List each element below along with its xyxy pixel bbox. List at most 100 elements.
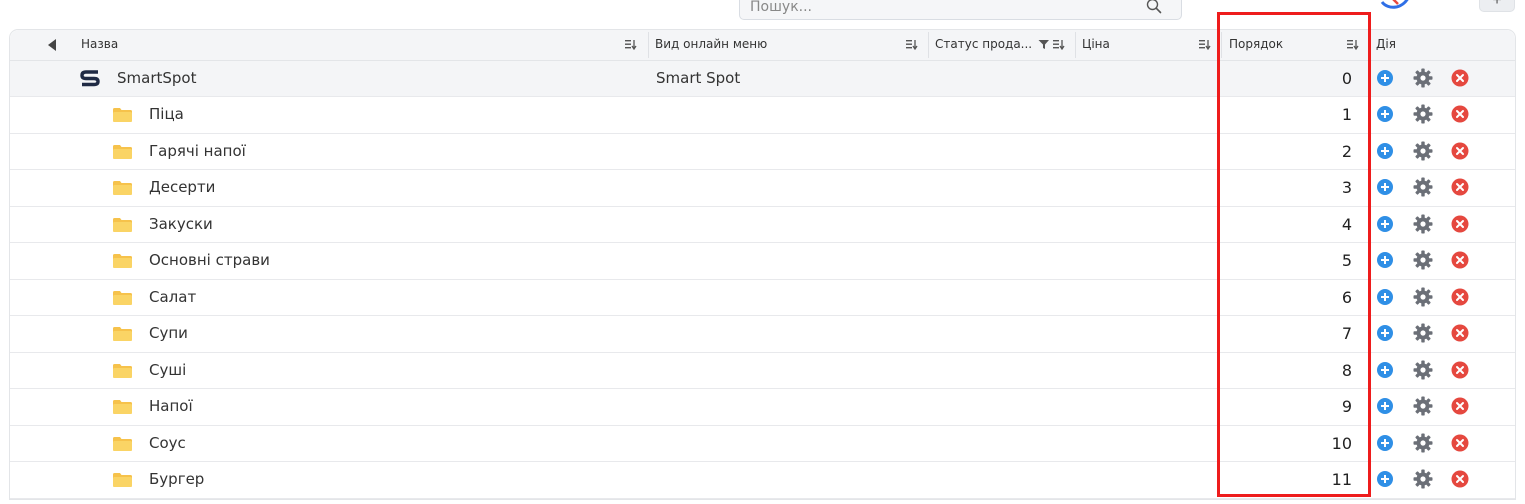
gear-icon[interactable] <box>1412 322 1434 344</box>
row-order[interactable]: 9 <box>1222 389 1352 425</box>
table-row[interactable]: Салат 6 <box>10 280 1515 316</box>
gear-icon[interactable] <box>1412 286 1434 308</box>
delete-icon[interactable] <box>1451 215 1469 233</box>
folder-icon <box>113 254 132 268</box>
row-name: Супи <box>149 324 188 342</box>
delete-icon[interactable] <box>1451 105 1469 123</box>
search-icon[interactable] <box>1145 0 1163 15</box>
row-order[interactable]: 0 <box>1222 61 1352 97</box>
table-row[interactable]: Бургер 11 <box>10 462 1515 499</box>
row-order[interactable]: 7 <box>1222 316 1352 352</box>
column-header-label: Статус прода... <box>935 37 1033 51</box>
delete-icon[interactable] <box>1451 434 1469 452</box>
gear-icon[interactable] <box>1412 468 1434 490</box>
folder-icon <box>113 181 132 195</box>
brand-logo-icon <box>1380 0 1409 9</box>
column-header-order[interactable]: Порядок <box>1224 30 1367 60</box>
add-icon[interactable] <box>1376 288 1394 306</box>
column-header-label: Дія <box>1376 37 1396 51</box>
gear-icon[interactable] <box>1412 67 1434 89</box>
folder-icon <box>113 108 132 122</box>
table-row[interactable]: Десерти 3 <box>10 170 1515 207</box>
row-order[interactable]: 6 <box>1222 280 1352 316</box>
gear-icon[interactable] <box>1412 359 1434 381</box>
add-icon[interactable] <box>1376 69 1394 87</box>
row-name: Суші <box>149 360 187 379</box>
delete-icon[interactable] <box>1451 142 1469 160</box>
row-name: Основні страви <box>149 251 270 269</box>
filter-icon[interactable] <box>1038 39 1050 50</box>
add-icon[interactable] <box>1376 215 1394 233</box>
search-input[interactable] <box>750 0 1130 19</box>
column-header-menu-view[interactable]: Вид онлайн меню <box>650 30 926 60</box>
table-row[interactable]: Гарячі напої 2 <box>10 134 1515 170</box>
column-separator[interactable] <box>648 32 649 58</box>
table-row[interactable]: Суші 8 <box>10 353 1515 389</box>
row-order[interactable]: 1 <box>1222 97 1352 133</box>
folder-icon <box>113 290 132 305</box>
table-row[interactable]: Супи 7 <box>10 316 1515 353</box>
menu-tree-grid: Назва Вид онлайн меню Статус прода... Ці… <box>9 29 1516 500</box>
delete-icon[interactable] <box>1451 361 1469 379</box>
row-order[interactable]: 3 <box>1222 170 1352 206</box>
sort-icon[interactable] <box>906 39 918 50</box>
column-header-name[interactable]: Назва <box>76 30 646 60</box>
sort-icon[interactable] <box>625 39 637 50</box>
delete-icon[interactable] <box>1451 251 1469 269</box>
delete-icon[interactable] <box>1451 69 1469 87</box>
table-row[interactable]: Піца 1 <box>10 97 1515 134</box>
sort-icon[interactable] <box>1199 39 1211 50</box>
row-order[interactable]: 8 <box>1222 353 1352 389</box>
row-order[interactable]: 2 <box>1222 134 1352 170</box>
row-order[interactable]: 5 <box>1222 243 1352 279</box>
row-name: Соус <box>149 433 186 452</box>
column-header-price[interactable]: Ціна <box>1077 30 1219 60</box>
column-header-label: Вид онлайн меню <box>655 37 768 51</box>
row-order[interactable]: 10 <box>1222 426 1352 462</box>
table-row[interactable]: Соус 10 <box>10 426 1515 462</box>
add-icon[interactable] <box>1376 434 1394 452</box>
sort-icon[interactable] <box>1053 39 1065 50</box>
collapse-all-icon[interactable] <box>48 39 57 51</box>
gear-icon[interactable] <box>1412 176 1434 198</box>
add-icon[interactable] <box>1376 324 1394 342</box>
search-box[interactable] <box>739 0 1182 20</box>
table-row[interactable]: Закуски 4 <box>10 207 1515 243</box>
gear-icon[interactable] <box>1412 103 1434 125</box>
grid-body: SmartSpot Smart Spot 0 Піца 1 Гарячі нап… <box>10 61 1515 499</box>
add-icon[interactable] <box>1376 361 1394 379</box>
table-row-root[interactable]: SmartSpot Smart Spot 0 <box>10 61 1515 97</box>
smartspot-brand-icon <box>80 70 100 87</box>
row-order[interactable]: 11 <box>1222 462 1352 498</box>
column-separator[interactable] <box>1075 32 1076 58</box>
gear-icon[interactable] <box>1412 213 1434 235</box>
delete-icon[interactable] <box>1451 288 1469 306</box>
delete-icon[interactable] <box>1451 178 1469 196</box>
row-order[interactable]: 4 <box>1222 207 1352 243</box>
add-button[interactable]: + <box>1479 0 1515 12</box>
row-name: Напої <box>149 397 193 415</box>
gear-icon[interactable] <box>1412 395 1434 417</box>
add-icon[interactable] <box>1376 397 1394 415</box>
delete-icon[interactable] <box>1451 397 1469 415</box>
row-name: Бургер <box>149 470 205 488</box>
gear-icon[interactable] <box>1412 140 1434 162</box>
column-separator[interactable] <box>1221 32 1222 58</box>
gear-icon[interactable] <box>1412 249 1434 271</box>
row-name: Салат <box>149 287 197 306</box>
gear-icon[interactable] <box>1412 432 1434 454</box>
table-row[interactable]: Напої 9 <box>10 389 1515 426</box>
column-separator[interactable] <box>1369 32 1370 58</box>
add-icon[interactable] <box>1376 105 1394 123</box>
add-icon[interactable] <box>1376 470 1394 488</box>
add-icon[interactable] <box>1376 142 1394 160</box>
column-separator[interactable] <box>928 32 929 58</box>
delete-icon[interactable] <box>1451 470 1469 488</box>
column-header-sale-status[interactable]: Статус прода... <box>930 30 1074 60</box>
folder-icon <box>113 473 132 487</box>
add-icon[interactable] <box>1376 178 1394 196</box>
sort-icon[interactable] <box>1347 39 1359 50</box>
table-row[interactable]: Основні страви 5 <box>10 243 1515 280</box>
delete-icon[interactable] <box>1451 324 1469 342</box>
add-icon[interactable] <box>1376 251 1394 269</box>
